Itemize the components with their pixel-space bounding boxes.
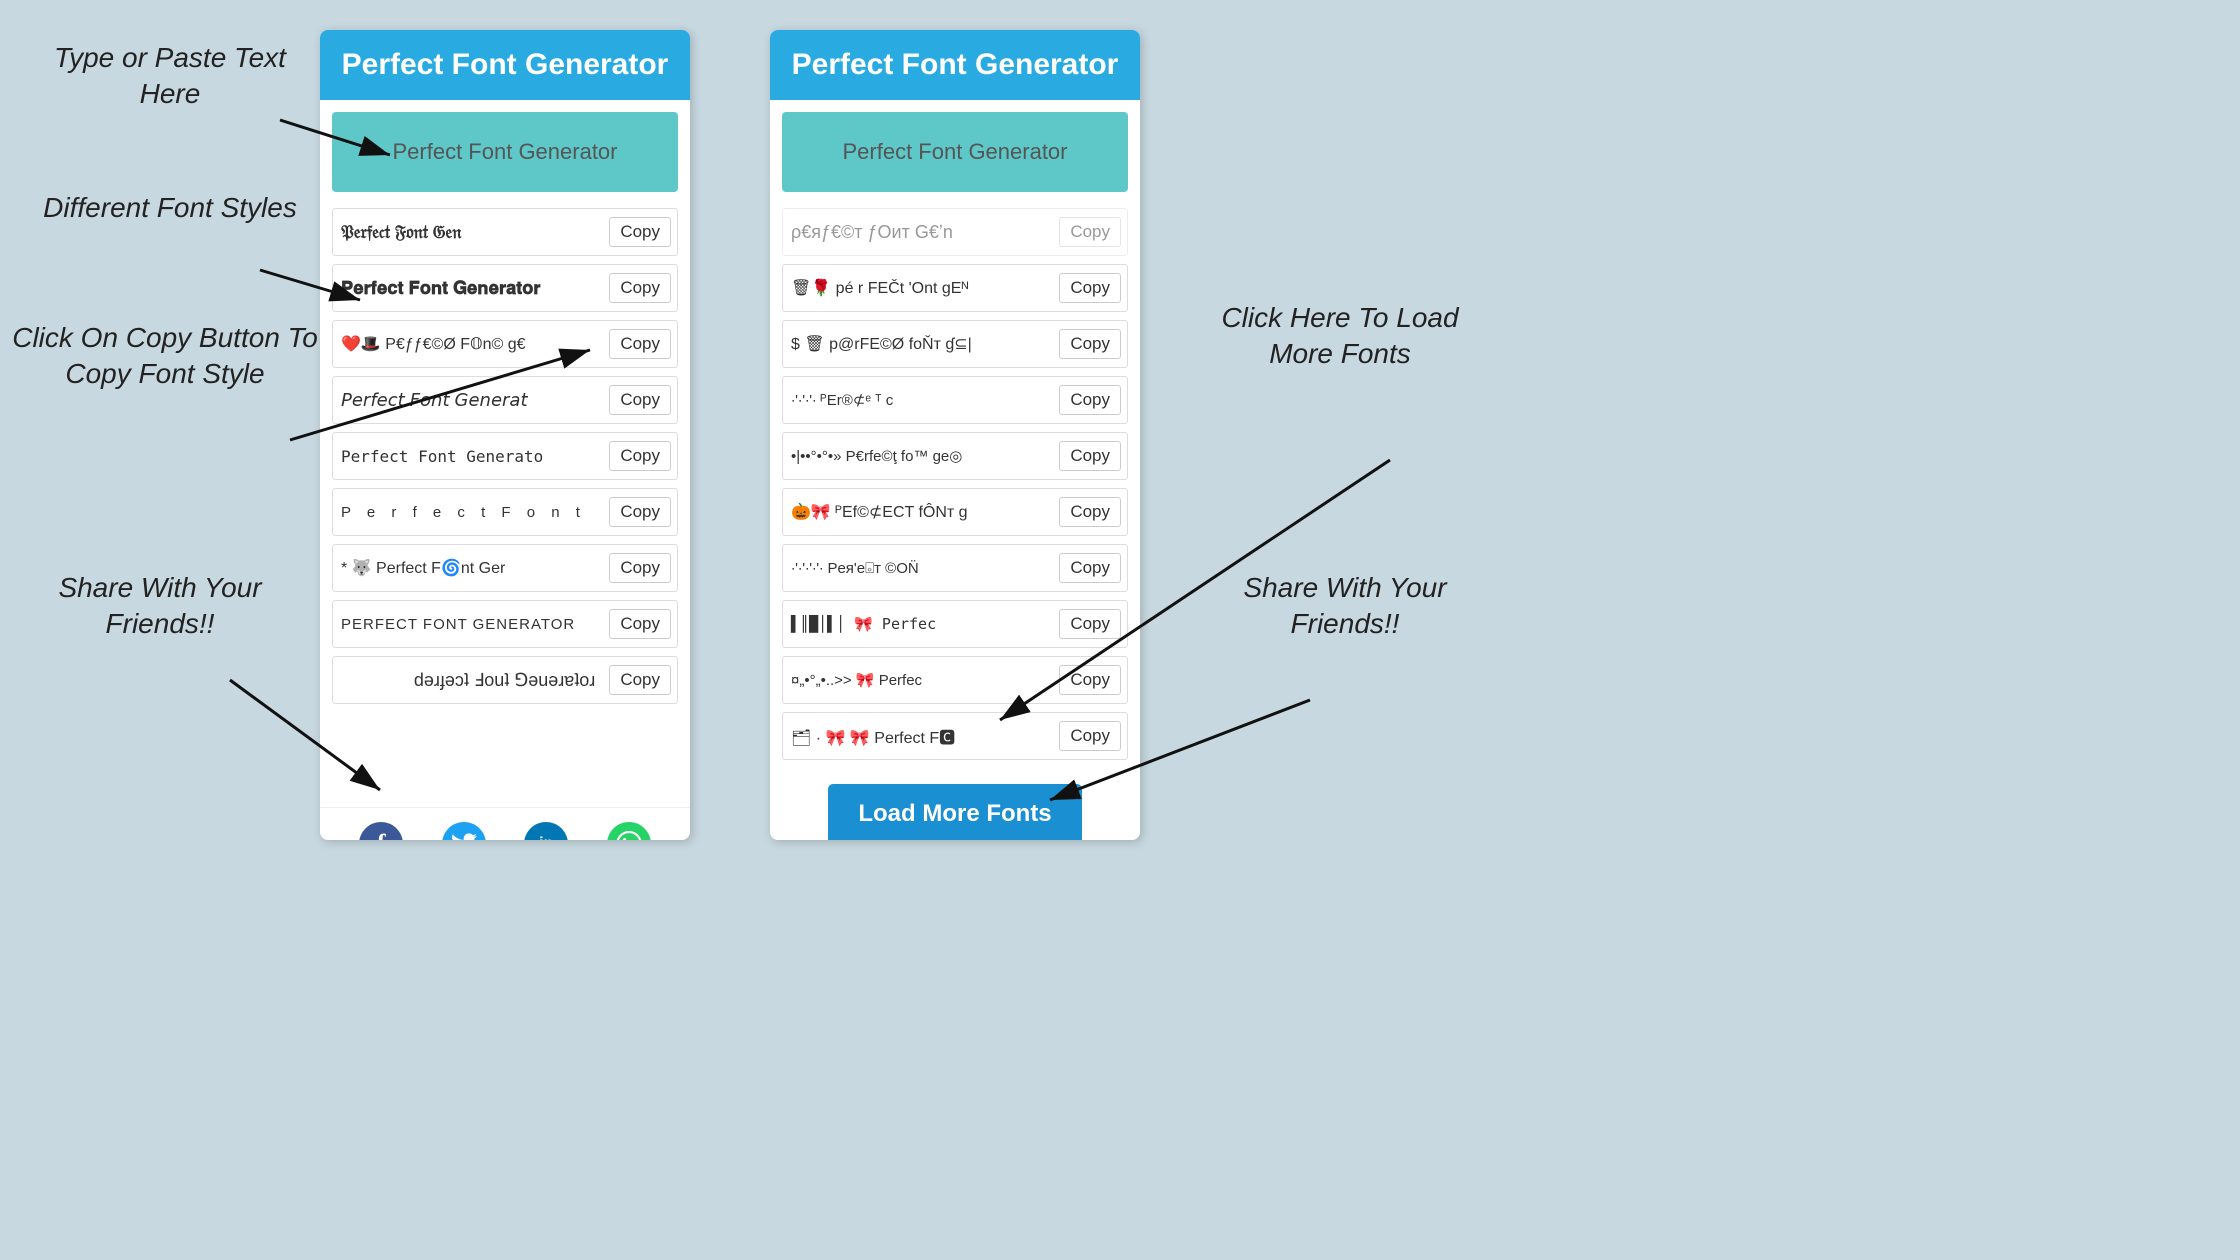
right-copy-button-9[interactable]: Copy <box>1059 721 1121 751</box>
right-copy-button-partial[interactable]: Copy <box>1059 217 1121 247</box>
font-row-7: * 🐺 Perfect F🌀nt Ger Copy <box>332 544 678 592</box>
right-copy-button-2[interactable]: Copy <box>1059 329 1121 359</box>
copy-button-9[interactable]: Copy <box>609 665 671 695</box>
right-font-text-3: ∙'∙'∙'∙ ᴾEr®⊄ᵉ ᵀ c <box>783 387 1053 413</box>
load-more-button[interactable]: Load More Fonts <box>828 784 1081 840</box>
annotation-type-paste: Type or Paste Text Here <box>30 40 310 113</box>
right-input-area[interactable]: Perfect Font Generator <box>782 112 1128 192</box>
right-font-row-8: ¤„•°„•..>> 🎀 Perfec Copy <box>782 656 1128 704</box>
linkedin-icon[interactable]: in <box>524 822 568 840</box>
right-input-text: Perfect Font Generator <box>843 139 1068 165</box>
right-font-row-3: ∙'∙'∙'∙ ᴾEr®⊄ᵉ ᵀ c Copy <box>782 376 1128 424</box>
right-font-text-1: 🗑🌹 pé r FEČt 'Ont gEᴺ <box>783 274 1053 302</box>
font-row-9: ɹoʇɐɹǝuǝ⅁ ʇuoℲ ʇɔǝɟɹǝd Copy <box>332 656 678 704</box>
annotation-different-fonts: Different Font Styles <box>30 190 310 226</box>
right-font-text-5: 🎃🎀 ᴾEf©⊄ECT fÔNт g <box>783 498 1053 526</box>
right-title: Perfect Font Generator <box>792 48 1119 81</box>
font-text-3: ❤️🎩 P€ƒƒ€©Ø F𝕆n© g€ <box>333 330 603 358</box>
right-font-row-4: •|••°•°•» P€rfe©ţ fo™ ge◎ Copy <box>782 432 1128 480</box>
right-font-text-2: $ 🗑 p@rFE©Ø foŇт ɠ⊆| <box>783 330 1053 358</box>
annotation-load-more: Click Here To Load More Fonts <box>1200 300 1480 373</box>
copy-button-1[interactable]: Copy <box>609 217 671 247</box>
right-copy-button-1[interactable]: Copy <box>1059 273 1121 303</box>
font-text-4: 𝘗𝘦𝘳𝘧𝘦𝘤𝘵 𝘍𝘰𝘯𝘵 𝘎𝘦𝘯𝘦𝘳𝘢𝘵 <box>333 386 603 415</box>
font-text-8: PERFECT FONT GENERATOR <box>333 612 603 637</box>
copy-button-2[interactable]: Copy <box>609 273 671 303</box>
left-phone-header: Perfect Font Generator <box>320 30 690 100</box>
font-row-5: 𝙿𝚎𝚛𝚏𝚎𝚌𝚝 𝙵𝚘𝚗𝚝 𝙶𝚎𝚗𝚎𝚛𝚊𝚝𝚘 Copy <box>332 432 678 480</box>
copy-button-7[interactable]: Copy <box>609 553 671 583</box>
right-font-row-7: ▌║█│▌│ 🎀 Perfec Copy <box>782 600 1128 648</box>
right-copy-button-6[interactable]: Copy <box>1059 553 1121 583</box>
right-copy-button-3[interactable]: Copy <box>1059 385 1121 415</box>
font-text-1: 𝔓𝔢𝔯𝔣𝔢𝔠𝔱 𝔉𝔬𝔫𝔱 𝔊𝔢𝔫 <box>333 218 603 247</box>
font-text-5: 𝙿𝚎𝚛𝚏𝚎𝚌𝚝 𝙵𝚘𝚗𝚝 𝙶𝚎𝚗𝚎𝚛𝚊𝚝𝚘 <box>333 443 603 470</box>
copy-button-8[interactable]: Copy <box>609 609 671 639</box>
right-phone: Perfect Font Generator Perfect Font Gene… <box>770 30 1140 840</box>
right-font-text-partial: ρ€яƒ€©т ƒОит G€ʼn <box>783 218 1053 247</box>
right-font-text-9: 🗂 · 🎀 🎀 Perfect F🅲 <box>783 720 1053 752</box>
annotation-share-left: Share With Your Friends!! <box>30 570 290 643</box>
right-font-text-8: ¤„•°„•..>> 🎀 Perfec <box>783 667 1053 693</box>
right-font-row-2: $ 🗑 p@rFE©Ø foŇт ɠ⊆| Copy <box>782 320 1128 368</box>
right-font-row-5: 🎃🎀 ᴾEf©⊄ECT fÔNт g Copy <box>782 488 1128 536</box>
input-text: Perfect Font Generator <box>393 139 618 165</box>
facebook-icon[interactable]: f <box>359 822 403 840</box>
whatsapp-icon[interactable] <box>607 822 651 840</box>
font-text-6: P e r f e c t F o n t <box>333 500 603 525</box>
left-phone: Perfect Font Generator Perfect Font Gene… <box>320 30 690 840</box>
font-text-7: * 🐺 Perfect F🌀nt Ger <box>333 554 603 582</box>
right-font-row-1: 🗑🌹 pé r FEČt 'Ont gEᴺ Copy <box>782 264 1128 312</box>
right-font-row-9: 🗂 · 🎀 🎀 Perfect F🅲 Copy <box>782 712 1128 760</box>
right-copy-button-7[interactable]: Copy <box>1059 609 1121 639</box>
left-social-bar: f in <box>320 807 690 840</box>
right-font-row-6: ∙'∙'∙'∙'∙ Peя'e⌻т ©ON̈ Copy <box>782 544 1128 592</box>
font-text-2: 𝐏𝐞𝐫𝐟𝐞𝐜𝐭 𝐅𝐨𝐧𝐭 𝐆𝐞𝐧𝐞𝐫𝐚𝐭𝐨𝐫 <box>333 274 603 303</box>
right-copy-button-8[interactable]: Copy <box>1059 665 1121 695</box>
right-font-row-partial: ρ€яƒ€©т ƒОит G€ʼn Copy <box>782 208 1128 256</box>
annotation-share-right: Share With Your Friends!! <box>1210 570 1480 643</box>
right-font-text-4: •|••°•°•» P€rfe©ţ fo™ ge◎ <box>783 443 1053 469</box>
left-title: Perfect Font Generator <box>342 48 669 81</box>
copy-button-5[interactable]: Copy <box>609 441 671 471</box>
font-row-1: 𝔓𝔢𝔯𝔣𝔢𝔠𝔱 𝔉𝔬𝔫𝔱 𝔊𝔢𝔫 Copy <box>332 208 678 256</box>
right-copy-button-5[interactable]: Copy <box>1059 497 1121 527</box>
font-row-3: ❤️🎩 P€ƒƒ€©Ø F𝕆n© g€ Copy <box>332 320 678 368</box>
right-font-text-7: ▌║█│▌│ 🎀 Perfec <box>783 611 1053 637</box>
annotation-click-copy: Click On Copy Button To Copy Font Style <box>10 320 320 393</box>
right-font-text-6: ∙'∙'∙'∙'∙ Peя'e⌻т ©ON̈ <box>783 556 1053 581</box>
font-text-9: ɹoʇɐɹǝuǝ⅁ ʇuoℲ ʇɔǝɟɹǝd <box>333 666 603 695</box>
twitter-icon[interactable] <box>442 822 486 840</box>
font-row-4: 𝘗𝘦𝘳𝘧𝘦𝘤𝘵 𝘍𝘰𝘯𝘵 𝘎𝘦𝘯𝘦𝘳𝘢𝘵 Copy <box>332 376 678 424</box>
right-phone-header: Perfect Font Generator <box>770 30 1140 100</box>
text-input-area[interactable]: Perfect Font Generator <box>332 112 678 192</box>
copy-button-4[interactable]: Copy <box>609 385 671 415</box>
copy-button-6[interactable]: Copy <box>609 497 671 527</box>
right-copy-button-4[interactable]: Copy <box>1059 441 1121 471</box>
font-row-2: 𝐏𝐞𝐫𝐟𝐞𝐜𝐭 𝐅𝐨𝐧𝐭 𝐆𝐞𝐧𝐞𝐫𝐚𝐭𝐨𝐫 Copy <box>332 264 678 312</box>
font-row-6: P e r f e c t F o n t Copy <box>332 488 678 536</box>
copy-button-3[interactable]: Copy <box>609 329 671 359</box>
font-row-8: PERFECT FONT GENERATOR Copy <box>332 600 678 648</box>
